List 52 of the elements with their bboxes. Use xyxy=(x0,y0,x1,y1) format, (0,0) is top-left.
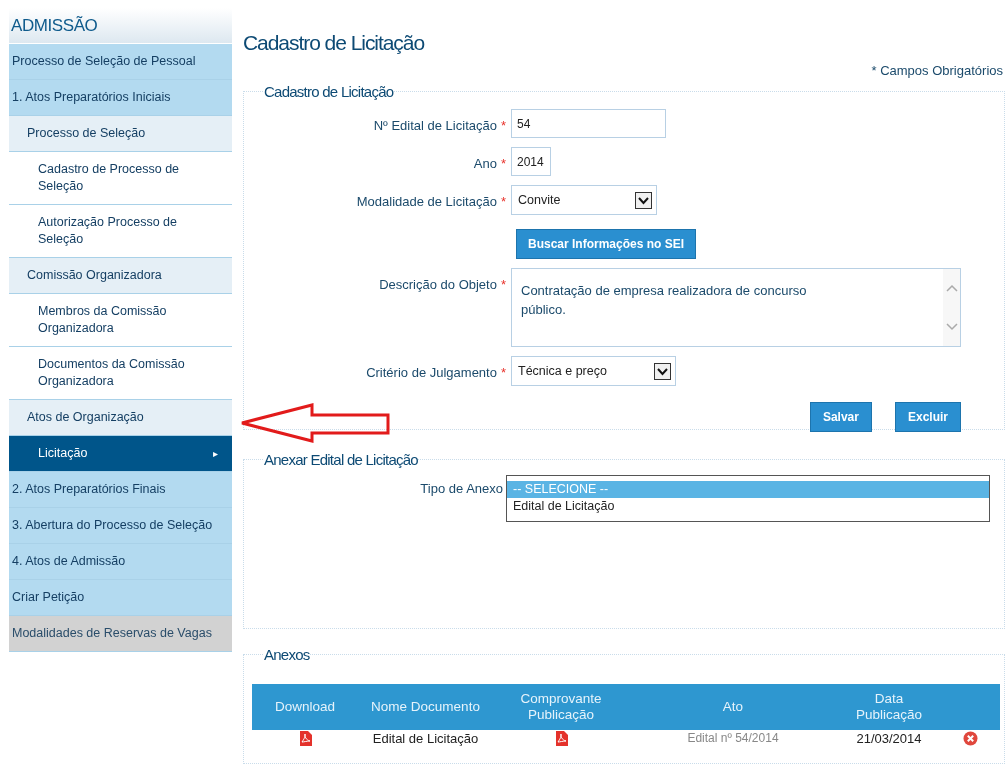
pdf-icon[interactable] xyxy=(298,731,312,746)
attachment-type-list[interactable]: -- SELECIONE -- Edital de Licitação xyxy=(506,475,990,522)
field-label: Modalidade de Licitação xyxy=(356,193,497,211)
table-cell: Edital nº 54/2014 xyxy=(687,732,779,745)
section-legend: Anexos xyxy=(264,643,310,666)
delete-icon[interactable] xyxy=(963,731,978,746)
field-label: Nº Edital de Licitação xyxy=(373,117,497,135)
sidebar-item[interactable]: 2. Atos Preparatórios Finais xyxy=(9,472,232,508)
field-label: Descrição do Objeto xyxy=(379,276,497,294)
pdf-icon[interactable] xyxy=(554,731,568,746)
sidebar-item[interactable]: 3. Abertura do Processo de Seleção xyxy=(9,508,232,544)
dropdown-icon xyxy=(654,362,671,380)
text-field[interactable]: 2014 xyxy=(511,147,551,176)
column-header: Ato xyxy=(721,699,745,715)
scroll-down-icon[interactable] xyxy=(944,321,959,332)
sidebar-item[interactable]: Licitação ▸ xyxy=(9,436,232,472)
select-field[interactable]: Convite xyxy=(511,185,657,215)
table-cell: 21/03/2014 xyxy=(856,731,922,746)
sidebar-item[interactable]: 1. Atos Preparatórios Iniciais xyxy=(9,80,232,116)
sidebar-item[interactable]: Processo de Seleção de Pessoal xyxy=(9,44,232,80)
column-header: Download xyxy=(273,699,336,715)
scroll-up-icon[interactable] xyxy=(944,283,959,294)
sidebar-item[interactable]: Comissão Organizadora xyxy=(9,258,232,294)
column-header: Comprovante Publicação xyxy=(519,691,603,723)
section-legend: Cadastro de Licitação xyxy=(264,80,394,103)
description-field[interactable]: Contratação de empresa realizadora de concurso público. xyxy=(511,268,961,347)
sidebar-title: ADMISSÃO xyxy=(9,8,232,44)
sidebar-item[interactable]: Criar Petição xyxy=(9,580,232,616)
field-label: Critério de Julgamento xyxy=(366,364,497,382)
select-field[interactable]: Técnica e preço xyxy=(511,356,676,386)
sidebar-item[interactable]: Atos de Organização xyxy=(9,400,232,436)
field-label: Ano xyxy=(473,155,497,173)
text-field[interactable]: 54 xyxy=(511,109,666,138)
required-mark: * xyxy=(500,364,506,382)
required-mark: * xyxy=(500,117,506,135)
sidebar-item[interactable]: Processo de Seleção xyxy=(9,116,232,152)
form-button[interactable]: Excluir xyxy=(894,402,961,432)
section-legend: Anexar Edital de Licitação xyxy=(264,448,418,471)
column-header: Nome Documento xyxy=(370,699,481,715)
field-label: Tipo de Anexo xyxy=(419,480,504,498)
table-cell: Edital de Licitação xyxy=(372,731,479,746)
required-mark: * xyxy=(500,276,506,294)
form-button[interactable]: Salvar xyxy=(809,402,872,432)
page-title: Cadastro de Licitação xyxy=(243,30,426,56)
sidebar-item[interactable]: 4. Atos de Admissão xyxy=(9,544,232,580)
dropdown-icon xyxy=(635,191,652,209)
search-sei-button[interactable]: Buscar Informações no SEI xyxy=(516,229,697,259)
required-note: * Campos Obrigatórios xyxy=(871,62,1004,80)
required-mark: * xyxy=(500,193,506,211)
column-header: Data Publicação xyxy=(854,691,923,723)
list-option[interactable]: Edital de Licitação xyxy=(507,498,989,515)
required-mark: * xyxy=(500,155,506,173)
